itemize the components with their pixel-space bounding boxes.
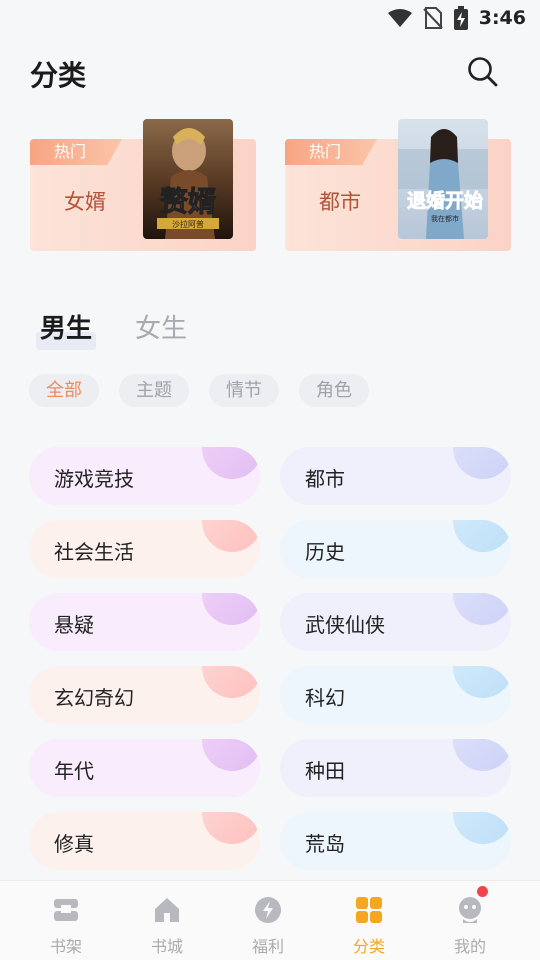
category-item[interactable]: 玄幻奇幻 [29,666,260,724]
battery-charging-icon [453,6,468,30]
book-cover[interactable]: 退婚开始 我在都市 [398,119,488,239]
category-decoration [202,520,260,552]
chip-theme[interactable]: 主题 [119,374,189,407]
nav-label: 书架 [49,937,82,956]
nav-item-mine[interactable]: 我的 [435,886,505,957]
hot-card-1[interactable]: 热门 女婿 赘婿 沙拉阿普 [30,118,256,252]
category-label: 荒岛 [305,832,345,856]
cover-title: 赘婿 [160,185,216,218]
header: 分类 [30,50,510,96]
chip-all[interactable]: 全部 [29,374,99,407]
no-sim-icon [423,7,443,29]
category-label: 年代 [54,759,94,783]
hot-tag: 热门 [30,139,122,165]
category-label: 社会生活 [54,540,134,564]
category-label: 科幻 [305,686,345,710]
category-decoration [453,666,511,698]
category-label: 悬疑 [54,613,94,637]
category-item[interactable]: 武侠仙侠 [280,593,511,651]
category-decoration [202,666,260,698]
search-icon [468,57,498,87]
nav-label: 福利 [251,937,284,956]
cover-title: 退婚开始 [407,189,483,212]
category-item[interactable]: 科幻 [280,666,511,724]
category-item[interactable]: 游戏竞技 [29,447,260,505]
bottom-nav: 书架 书城 福利 分类 我的 [0,880,540,960]
nav-label: 书城 [150,937,183,956]
category-item[interactable]: 社会生活 [29,520,260,578]
page-title: 分类 [30,59,87,92]
category-decoration [202,593,260,625]
nav-label: 我的 [453,937,486,956]
category-decoration [453,520,511,552]
category-item[interactable]: 悬疑 [29,593,260,651]
category-item[interactable]: 年代 [29,739,260,797]
category-item[interactable]: 种田 [280,739,511,797]
book-cover-image: 退婚开始 我在都市 [398,119,488,239]
bookshelf-icon [54,899,78,921]
tab-female[interactable]: 女生 [135,308,187,345]
book-cover-image: 赘婿 沙拉阿普 [143,119,233,239]
category-item[interactable]: 历史 [280,520,511,578]
status-time: 3:46 [478,7,526,29]
category-decoration [453,812,511,844]
search-button[interactable] [466,55,500,89]
category-label: 玄幻奇幻 [54,686,134,710]
category-decoration [202,812,260,844]
profile-icon [459,897,481,923]
tab-female-label: 女生 [135,314,188,344]
tab-male-label: 男生 [40,314,93,344]
nav-item-welfare[interactable]: 福利 [233,895,303,957]
filter-chips: 全部 主题 情节 角色 [29,374,369,407]
category-label: 游戏竞技 [54,467,134,491]
cover-subtitle: 沙拉阿普 [172,219,204,229]
category-decoration [202,447,260,479]
cover-subtitle: 我在都市 [431,214,459,223]
notification-dot [477,886,488,897]
category-label: 修真 [54,832,94,856]
category-decoration [453,593,511,625]
lightning-icon [255,897,281,923]
chip-plot[interactable]: 情节 [209,374,279,407]
category-item[interactable]: 荒岛 [280,812,511,870]
category-item[interactable]: 都市 [280,447,511,505]
status-icons: 3:46 [387,6,526,30]
nav-label: 分类 [352,937,385,956]
nav-item-bookshelf[interactable]: 书架 [31,895,101,957]
status-bar: 3:46 [0,0,540,36]
category-decoration [202,739,260,771]
category-label: 武侠仙侠 [305,613,385,637]
book-cover[interactable]: 赘婿 沙拉阿普 [143,119,233,239]
tab-male[interactable]: 男生 [36,308,96,350]
grid-icon [356,897,382,923]
category-label: 历史 [305,540,345,564]
home-icon [155,898,179,922]
category-label: 种田 [305,759,345,783]
category-label: 都市 [305,467,345,491]
chip-role[interactable]: 角色 [299,374,369,407]
category-decoration [453,739,511,771]
hot-card-name: 都市 [319,190,361,214]
wifi-icon [387,9,412,27]
hot-tag: 热门 [285,139,377,165]
nav-item-category[interactable]: 分类 [334,895,404,957]
category-decoration [453,447,511,479]
category-item[interactable]: 修真 [29,812,260,870]
hot-card-name: 女婿 [64,190,106,214]
nav-item-bookstore[interactable]: 书城 [132,895,202,957]
hot-card-2[interactable]: 热门 都市 退婚开始 我在都市 [285,118,511,252]
